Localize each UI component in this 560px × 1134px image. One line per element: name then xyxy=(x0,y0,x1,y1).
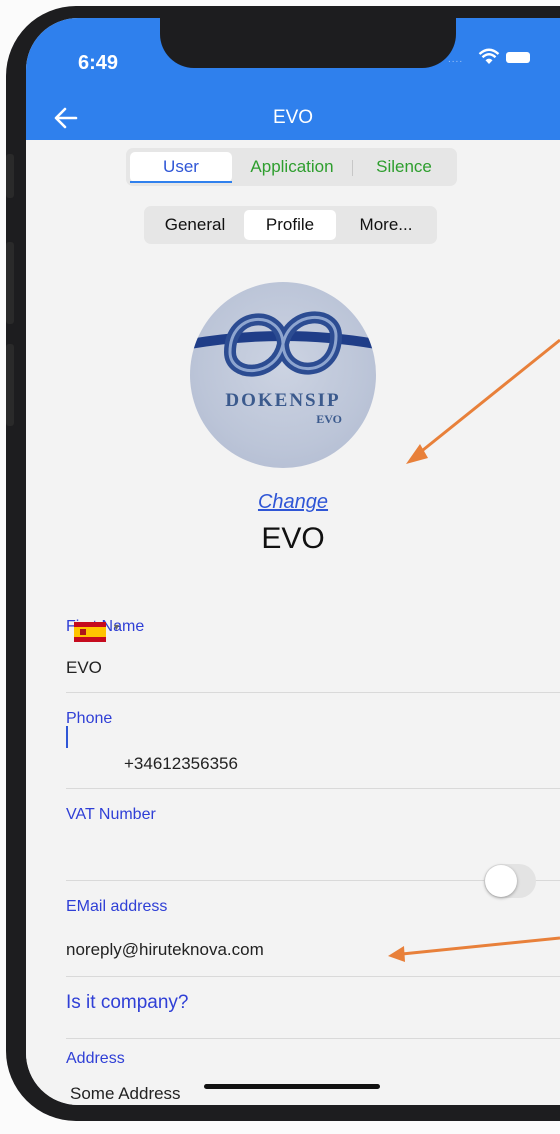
email-input[interactable]: noreply@hiruteknova.com xyxy=(66,940,264,960)
logo-text: DOKENSIP xyxy=(225,390,341,411)
first-name-input[interactable]: EVO xyxy=(66,658,102,678)
spain-flag-icon[interactable] xyxy=(74,622,106,642)
tab-general[interactable]: General xyxy=(148,210,242,240)
knot-logo-icon xyxy=(190,311,376,377)
navigation-bar: EVO xyxy=(26,98,560,140)
wifi-icon xyxy=(478,48,500,64)
phone-screen: 6:49 .... EVO User Application Silence G… xyxy=(26,18,560,1105)
phone-label: Phone xyxy=(66,710,113,727)
profile-content: User Application Silence General Profile… xyxy=(26,140,560,1105)
tab-profile[interactable]: Profile xyxy=(244,210,336,240)
home-indicator xyxy=(204,1084,380,1089)
secondary-tab-bar: General Profile More... xyxy=(144,206,437,244)
profile-name: EVO xyxy=(261,522,325,555)
toggle-knob xyxy=(485,865,517,897)
tab-application[interactable]: Application xyxy=(234,152,350,182)
field-divider xyxy=(66,1038,560,1039)
vat-number-label: VAT Number xyxy=(66,806,156,823)
chevron-down-icon[interactable]: ▼ xyxy=(112,622,121,632)
tab-divider xyxy=(352,160,353,176)
status-time: 6:49 xyxy=(78,52,119,74)
tab-silence[interactable]: Silence xyxy=(354,152,454,182)
email-label: EMail address xyxy=(66,898,168,915)
tab-user[interactable]: User xyxy=(130,152,232,182)
device-notch xyxy=(160,18,456,68)
address-input[interactable]: Some Address xyxy=(70,1084,181,1104)
mute-switch xyxy=(6,154,14,198)
text-cursor xyxy=(66,726,68,748)
primary-tab-bar: User Application Silence xyxy=(126,148,457,186)
field-divider xyxy=(66,692,560,693)
nav-title: EVO xyxy=(272,107,314,128)
company-toggle-label: Is it company? xyxy=(66,992,189,1013)
signal-icon: .... xyxy=(448,54,464,65)
tab-more[interactable]: More... xyxy=(338,210,434,240)
active-tab-underline xyxy=(130,181,232,183)
change-avatar-link[interactable]: Change xyxy=(26,491,560,514)
address-label: Address xyxy=(66,1050,125,1067)
battery-icon xyxy=(506,52,530,63)
field-divider xyxy=(66,976,560,977)
logo-subtext: EVO xyxy=(316,412,342,426)
volume-up-button xyxy=(6,242,14,324)
volume-down-button xyxy=(6,344,14,426)
phone-input[interactable]: +34612356356 xyxy=(124,754,238,774)
profile-avatar[interactable]: DOKENSIP EVO xyxy=(190,282,376,468)
field-divider xyxy=(66,788,560,789)
company-toggle[interactable] xyxy=(484,864,536,898)
